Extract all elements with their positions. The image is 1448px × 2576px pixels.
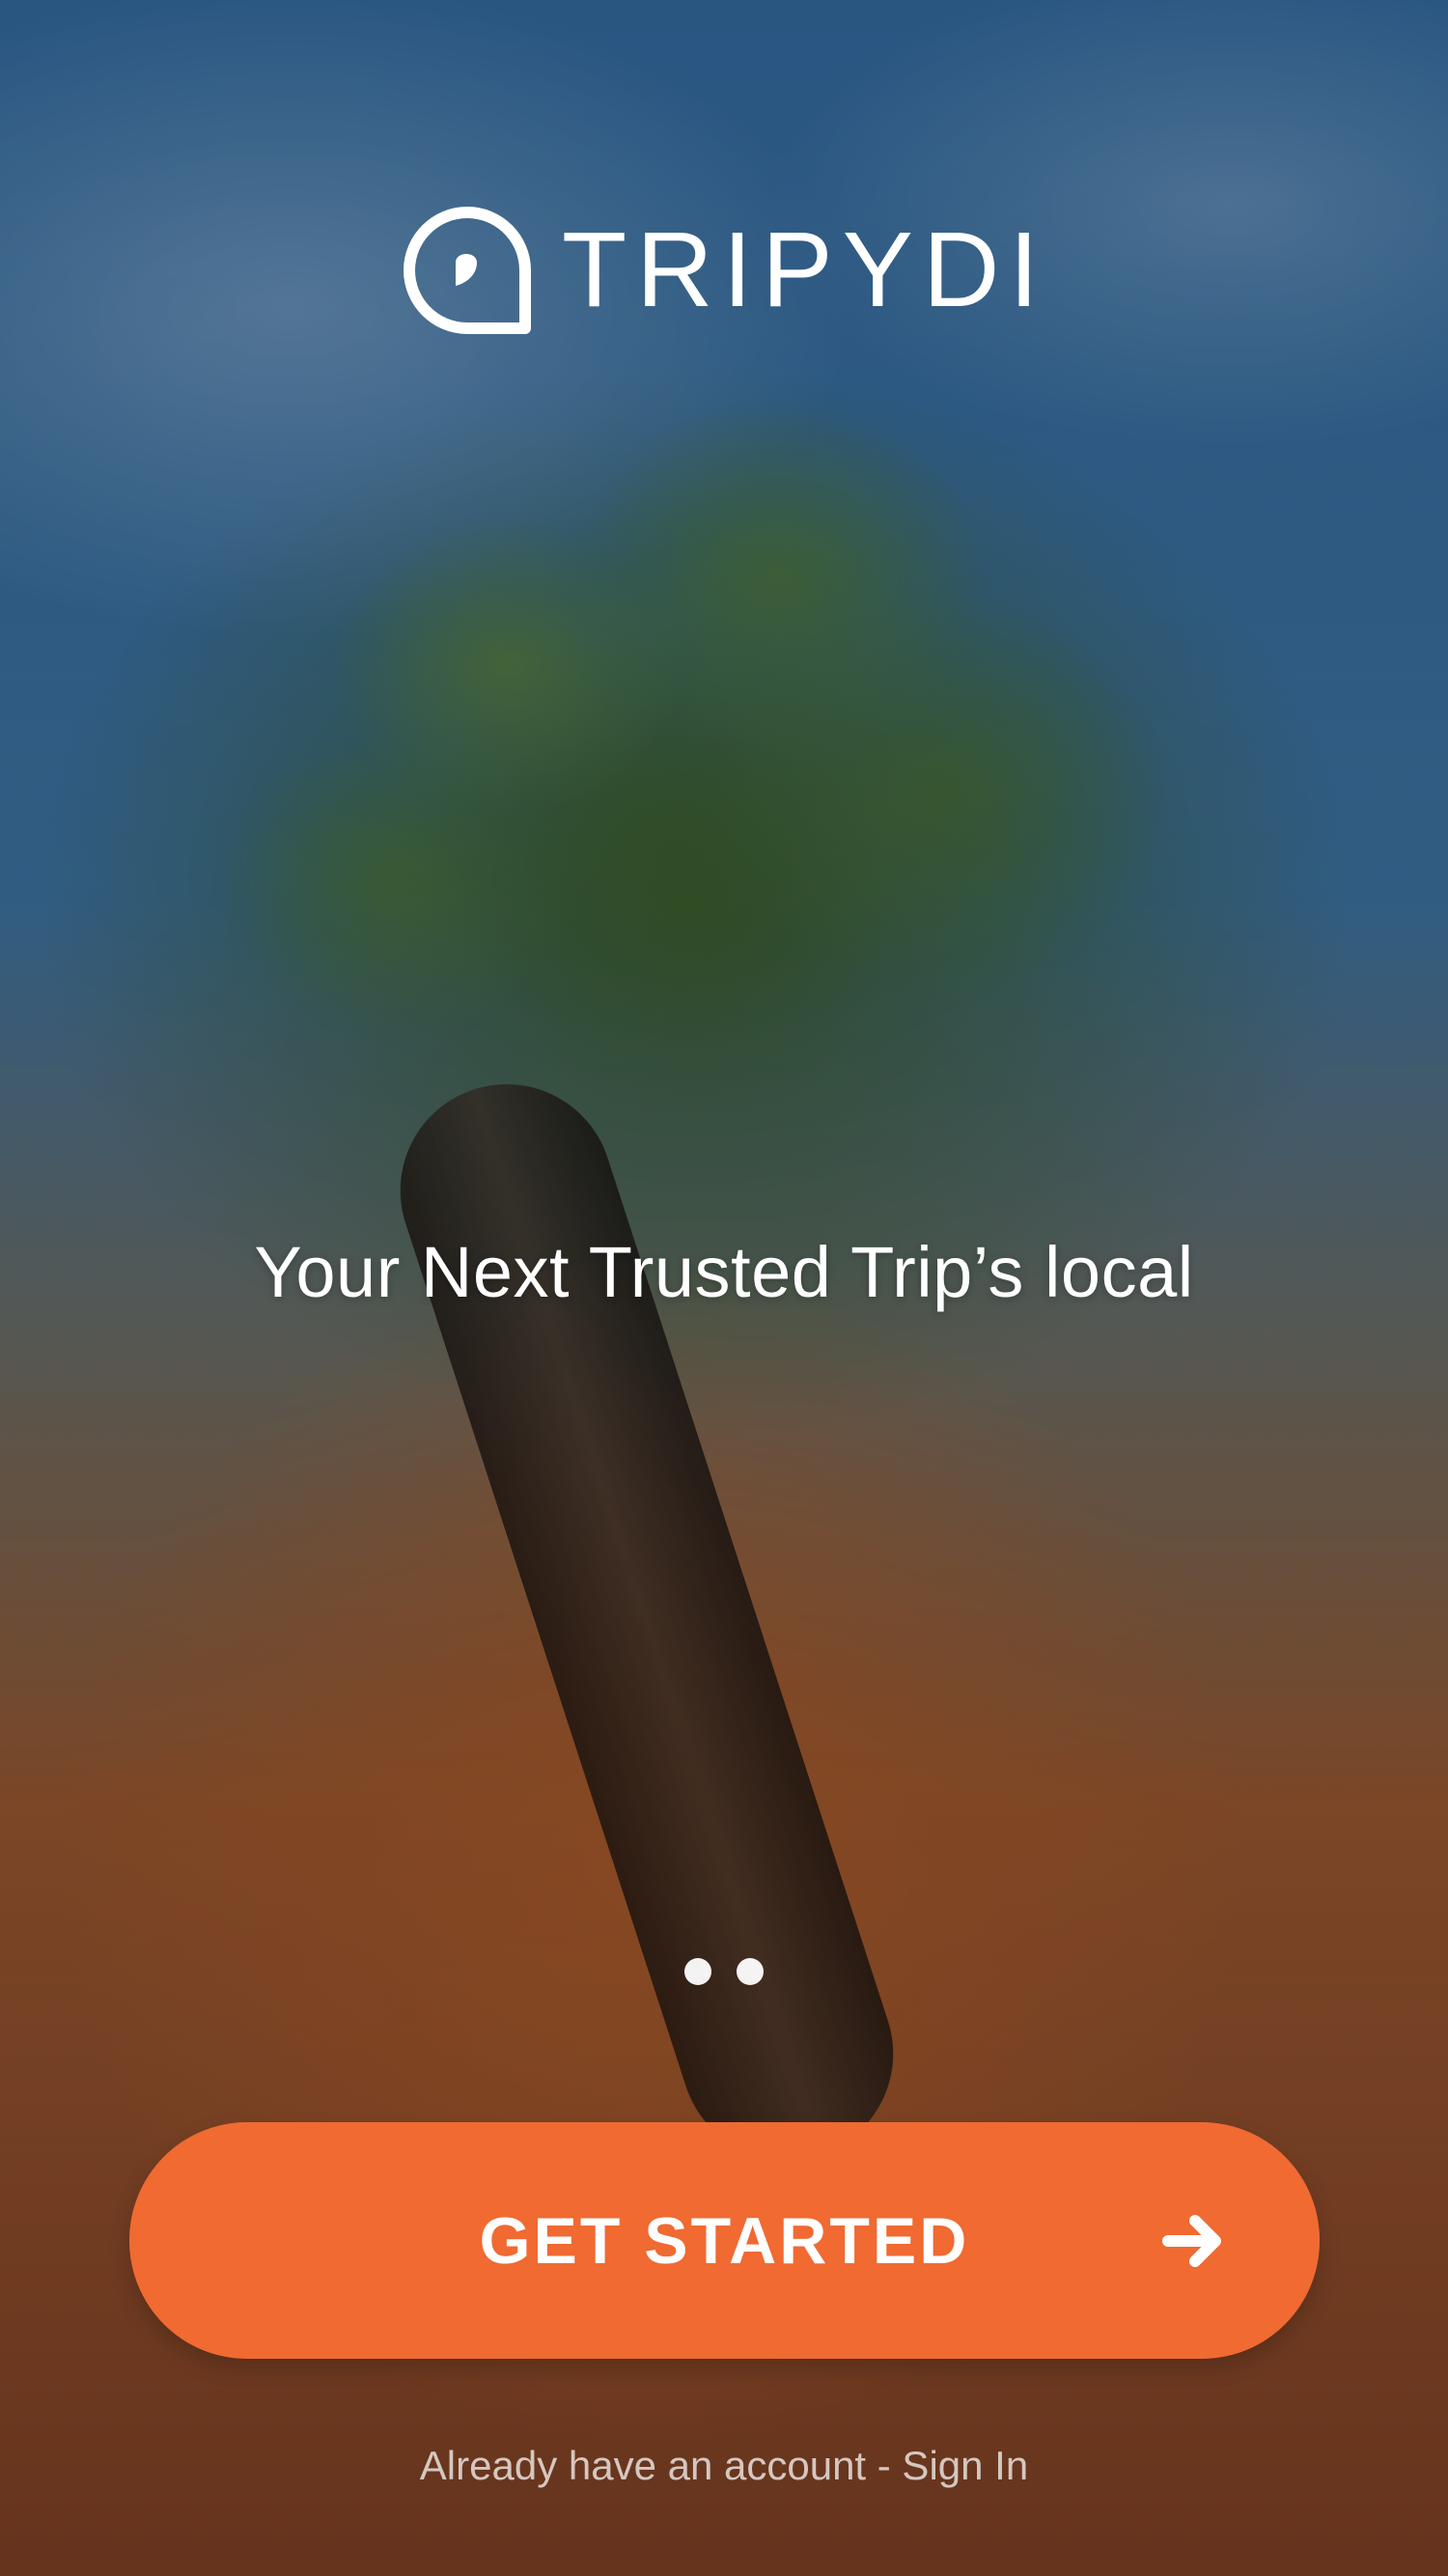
get-started-button[interactable]: GET STARTED <box>129 2122 1320 2359</box>
carousel-pager <box>0 1958 1448 1985</box>
location-pin-icon <box>400 203 535 338</box>
pager-dot-1[interactable] <box>684 1958 711 1985</box>
get-started-label: GET STARTED <box>479 2203 970 2278</box>
pager-dot-2[interactable] <box>737 1958 764 1985</box>
onboarding-screen: TRIPYDI Your Next Trusted Trip’s local G… <box>0 0 1448 2576</box>
brand-name: TRIPYDI <box>562 210 1048 329</box>
sign-in-link[interactable]: Already have an account - Sign In <box>0 2443 1448 2489</box>
brand-header: TRIPYDI <box>0 203 1448 338</box>
tagline: Your Next Trusted Trip’s local <box>254 1232 1194 1312</box>
arrow-right-icon <box>1151 2198 1238 2284</box>
